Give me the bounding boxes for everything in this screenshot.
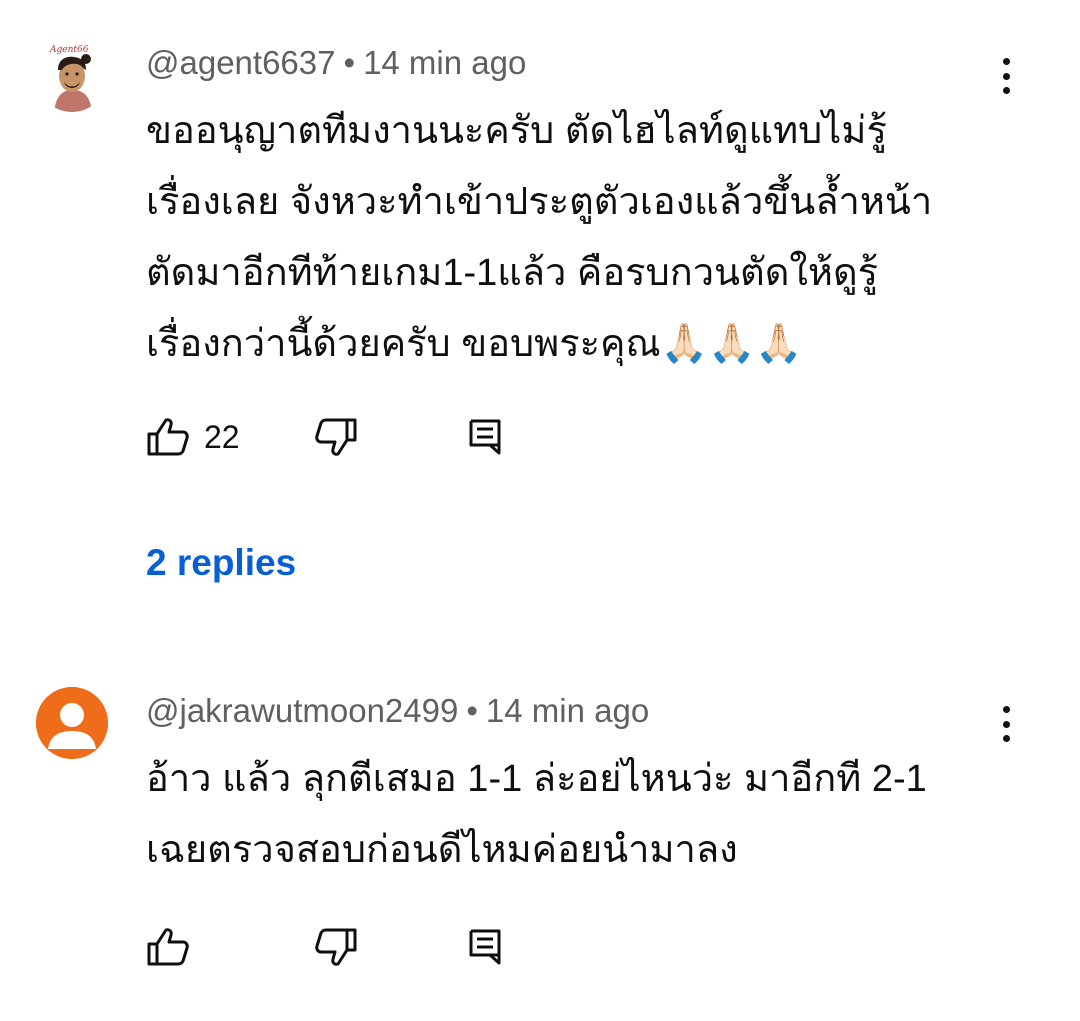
svg-text:Agent66: Agent66 [49,45,89,55]
comment-meta: @agent6637 • 14 min ago [146,44,526,82]
dislike-button[interactable] [314,922,358,972]
comment-text: ขออนุญาตทีมงานนะครับ ตัดไฮไลท์ดูแทบไม่รู… [146,110,933,365]
timestamp: 14 min ago [363,44,527,81]
comment-actions [146,922,546,972]
thumbs-down-icon [315,418,357,456]
separator: • [466,692,478,729]
comment-actions: 22 [146,412,546,462]
avatar[interactable] [36,687,108,759]
like-button[interactable] [146,922,190,972]
comment-reply-icon [469,419,501,455]
like-count: 22 [204,418,240,455]
thumbs-up-icon [147,418,189,456]
comment-meta: @jakrawutmoon2499 • 14 min ago [146,692,649,730]
cartoon-man-avatar-icon: Agent66 [36,40,108,112]
comment-reply-icon [469,929,501,965]
view-replies-link[interactable]: 2 replies [146,542,296,584]
timestamp: 14 min ago [485,692,650,729]
comment-text: อ้าว แล้ว ลุกตีเสมอ 1-1 ล่ะอย่ไหนว่ะ มาอ… [146,758,927,871]
thumbs-up-icon [147,928,189,966]
comment-thread: @jakrawutmoon2499 • 14 min ago อ้าว แล้ว ล… [0,660,1080,1021]
author-handle[interactable]: @agent6637 [146,44,336,81]
separator: • [343,44,356,81]
like-button[interactable]: 22 [146,412,240,462]
thumbs-down-icon [315,928,357,966]
dislike-button[interactable] [314,412,358,462]
default-user-avatar-icon [36,687,108,759]
reply-button[interactable] [468,922,502,972]
author-handle[interactable]: @jakrawutmoon2499 [146,692,458,729]
more-options-icon[interactable] [986,56,1026,96]
more-options-icon[interactable] [986,704,1026,744]
comment-thread: Agent66 @agent6637 • 14 min ago ขออนุญาตที… [0,0,1080,600]
avatar[interactable]: Agent66 [36,40,108,112]
reply-button[interactable] [468,412,502,462]
